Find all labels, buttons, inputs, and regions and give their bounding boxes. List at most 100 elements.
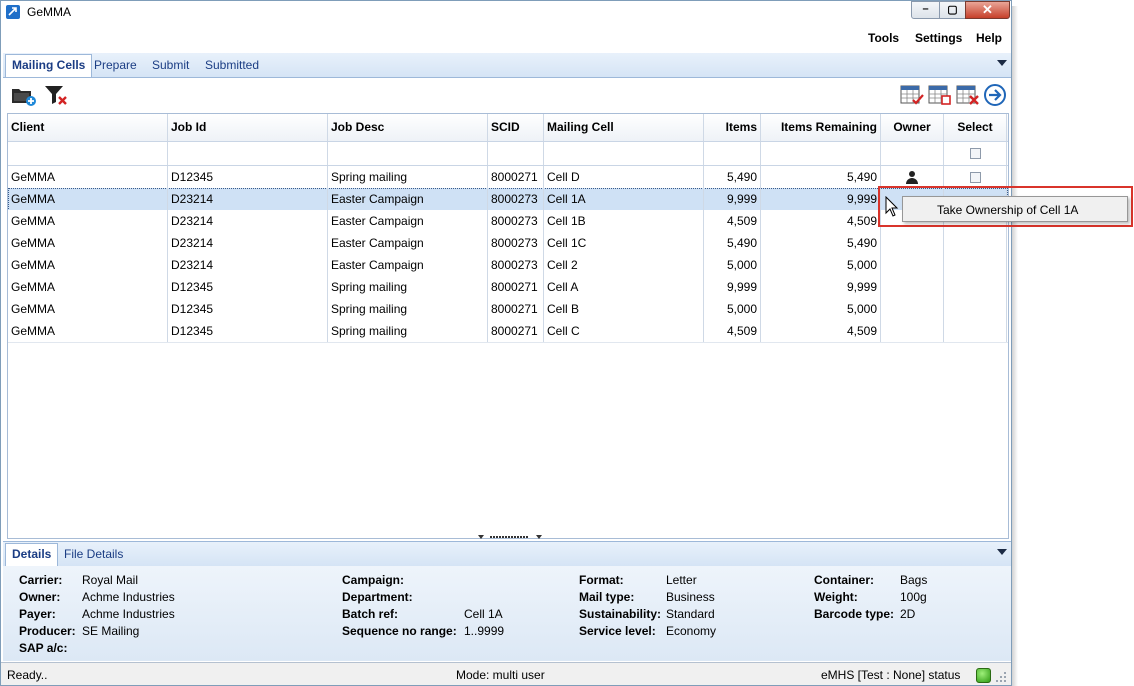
arrow-right-circle-icon[interactable] bbox=[983, 83, 1009, 107]
toolbar bbox=[3, 78, 1011, 111]
grid-blank-icon[interactable] bbox=[927, 83, 953, 107]
details-tab-strip: Details File Details bbox=[3, 541, 1011, 567]
cell-items-remaining: 9,999 bbox=[761, 276, 881, 298]
detail-label: Mail type: bbox=[579, 590, 635, 604]
select-all-checkbox[interactable] bbox=[969, 148, 981, 160]
clear-filter-icon[interactable] bbox=[43, 83, 69, 107]
filter-job-id[interactable] bbox=[168, 142, 328, 165]
detail-label: Sequence no range: bbox=[342, 624, 457, 638]
detail-value: 1..9999 bbox=[464, 624, 505, 638]
status-emhs: eMHS [Test : None] status bbox=[821, 668, 961, 682]
tab-mailing-cells[interactable]: Mailing Cells bbox=[5, 54, 93, 77]
cell-job-desc: Spring mailing bbox=[328, 320, 488, 342]
close-button[interactable]: ✕ bbox=[965, 1, 1010, 19]
maximize-button[interactable]: ▢ bbox=[939, 1, 966, 19]
table-row[interactable]: GeMMA D12345 Spring mailing 8000271 Cell B 5,… bbox=[8, 298, 1008, 321]
minimize-button[interactable]: – bbox=[911, 1, 940, 19]
title-bar: GeMMA – ▢ ✕ bbox=[1, 1, 1011, 23]
cell-items-remaining: 4,509 bbox=[761, 210, 881, 232]
tab-submitted[interactable]: Submitted bbox=[205, 58, 259, 72]
detail-value: SE Mailing bbox=[82, 624, 140, 638]
menu-settings[interactable]: Settings bbox=[915, 31, 962, 45]
status-mode: Mode: multi user bbox=[456, 668, 545, 682]
filter-job-desc[interactable] bbox=[328, 142, 488, 165]
detail-label: Owner: bbox=[19, 590, 61, 604]
cell-items: 5,490 bbox=[704, 232, 761, 254]
table-row[interactable]: GeMMA D23214 Easter Campaign 8000273 Cell 1A… bbox=[8, 188, 1008, 211]
menu-tools[interactable]: Tools bbox=[868, 31, 899, 45]
tab-prepare[interactable]: Prepare bbox=[94, 58, 137, 72]
cell-job-desc: Easter Campaign bbox=[328, 210, 488, 232]
row-select-checkbox[interactable] bbox=[969, 172, 981, 184]
cell-client: GeMMA bbox=[8, 276, 168, 298]
splitter-handle-icon[interactable] bbox=[478, 534, 542, 540]
column-header-client[interactable]: Client bbox=[8, 114, 168, 141]
cell-job-id: D12345 bbox=[168, 166, 328, 188]
cell-select[interactable] bbox=[944, 166, 1007, 188]
add-folder-icon[interactable] bbox=[11, 83, 37, 107]
column-header-job-desc[interactable]: Job Desc bbox=[328, 114, 488, 141]
menu-help[interactable]: Help bbox=[976, 31, 1002, 45]
cell-job-desc: Spring mailing bbox=[328, 276, 488, 298]
cell-scid: 8000271 bbox=[488, 298, 544, 320]
context-menu-take-ownership[interactable]: Take Ownership of Cell 1A bbox=[937, 203, 1078, 217]
column-header-mailing-cell[interactable]: Mailing Cell bbox=[544, 114, 704, 141]
filter-mailing-cell[interactable] bbox=[544, 142, 704, 165]
cell-items: 5,000 bbox=[704, 298, 761, 320]
table-row[interactable]: GeMMA D23214 Easter Campaign 8000273 Cell 1B… bbox=[8, 210, 1008, 233]
column-header-job-id[interactable]: Job Id bbox=[168, 114, 328, 141]
column-header-owner[interactable]: Owner bbox=[881, 114, 944, 141]
cell-mailing-cell: Cell 1B bbox=[544, 210, 704, 232]
filter-client[interactable] bbox=[8, 142, 168, 165]
filter-items-remaining[interactable] bbox=[761, 142, 881, 165]
tab-submit[interactable]: Submit bbox=[152, 58, 189, 72]
details-panel: Carrier: Royal Mail Owner: Achme Industries… bbox=[3, 566, 1011, 661]
cell-items: 4,509 bbox=[704, 320, 761, 342]
cell-items: 9,999 bbox=[704, 276, 761, 298]
cell-scid: 8000273 bbox=[488, 188, 544, 210]
cell-owner bbox=[881, 232, 944, 254]
grid-check-icon[interactable] bbox=[899, 83, 925, 107]
tab-file-details[interactable]: File Details bbox=[64, 547, 123, 561]
cell-scid: 8000273 bbox=[488, 232, 544, 254]
table-row[interactable]: GeMMA D12345 Spring mailing 8000271 Cell C 4,… bbox=[8, 320, 1008, 343]
tab-details[interactable]: Details bbox=[5, 543, 59, 566]
table-row[interactable]: GeMMA D12345 Spring mailing 8000271 Cell D 5,… bbox=[8, 166, 1008, 189]
cell-client: GeMMA bbox=[8, 298, 168, 320]
filter-owner[interactable] bbox=[881, 142, 944, 165]
resize-grip-icon[interactable] bbox=[995, 671, 1007, 683]
details-overflow-chevron-icon[interactable] bbox=[997, 549, 1007, 555]
column-header-select[interactable]: Select bbox=[944, 114, 1007, 141]
detail-value: Achme Industries bbox=[82, 590, 175, 604]
mouse-cursor-icon bbox=[885, 196, 899, 217]
cell-select[interactable] bbox=[944, 320, 1007, 342]
cell-select[interactable] bbox=[944, 298, 1007, 320]
cell-select[interactable] bbox=[944, 232, 1007, 254]
grid-delete-icon[interactable] bbox=[955, 83, 981, 107]
filter-items[interactable] bbox=[704, 142, 761, 165]
cell-job-id: D12345 bbox=[168, 298, 328, 320]
column-header-items-remaining[interactable]: Items Remaining bbox=[761, 114, 881, 141]
table-row[interactable]: GeMMA D23214 Easter Campaign 8000273 Cell 1C… bbox=[8, 232, 1008, 255]
cell-select[interactable] bbox=[944, 276, 1007, 298]
cell-items: 9,999 bbox=[704, 188, 761, 210]
cell-select[interactable] bbox=[944, 254, 1007, 276]
cell-items-remaining: 4,509 bbox=[761, 320, 881, 342]
filter-scid[interactable] bbox=[488, 142, 544, 165]
cell-mailing-cell: Cell A bbox=[544, 276, 704, 298]
cell-mailing-cell: Cell 2 bbox=[544, 254, 704, 276]
filter-select-all[interactable] bbox=[944, 142, 1007, 165]
detail-value: Business bbox=[666, 590, 715, 604]
cell-items-remaining: 5,000 bbox=[761, 254, 881, 276]
cell-items-remaining: 5,490 bbox=[761, 232, 881, 254]
cell-mailing-cell: Cell 1A bbox=[544, 188, 704, 210]
column-header-scid[interactable]: SCID bbox=[488, 114, 544, 141]
detail-label: Container: bbox=[814, 573, 874, 587]
tab-overflow-chevron-icon[interactable] bbox=[997, 60, 1007, 66]
mailing-cells-grid: Client Job Id Job Desc SCID Mailing Cell… bbox=[7, 113, 1009, 539]
table-row[interactable]: GeMMA D23214 Easter Campaign 8000273 Cell 25… bbox=[8, 254, 1008, 277]
table-row[interactable]: GeMMA D12345 Spring mailing 8000271 Cell A 9,… bbox=[8, 276, 1008, 299]
column-header-items[interactable]: Items bbox=[704, 114, 761, 141]
cell-job-id: D12345 bbox=[168, 320, 328, 342]
cell-job-id: D12345 bbox=[168, 276, 328, 298]
